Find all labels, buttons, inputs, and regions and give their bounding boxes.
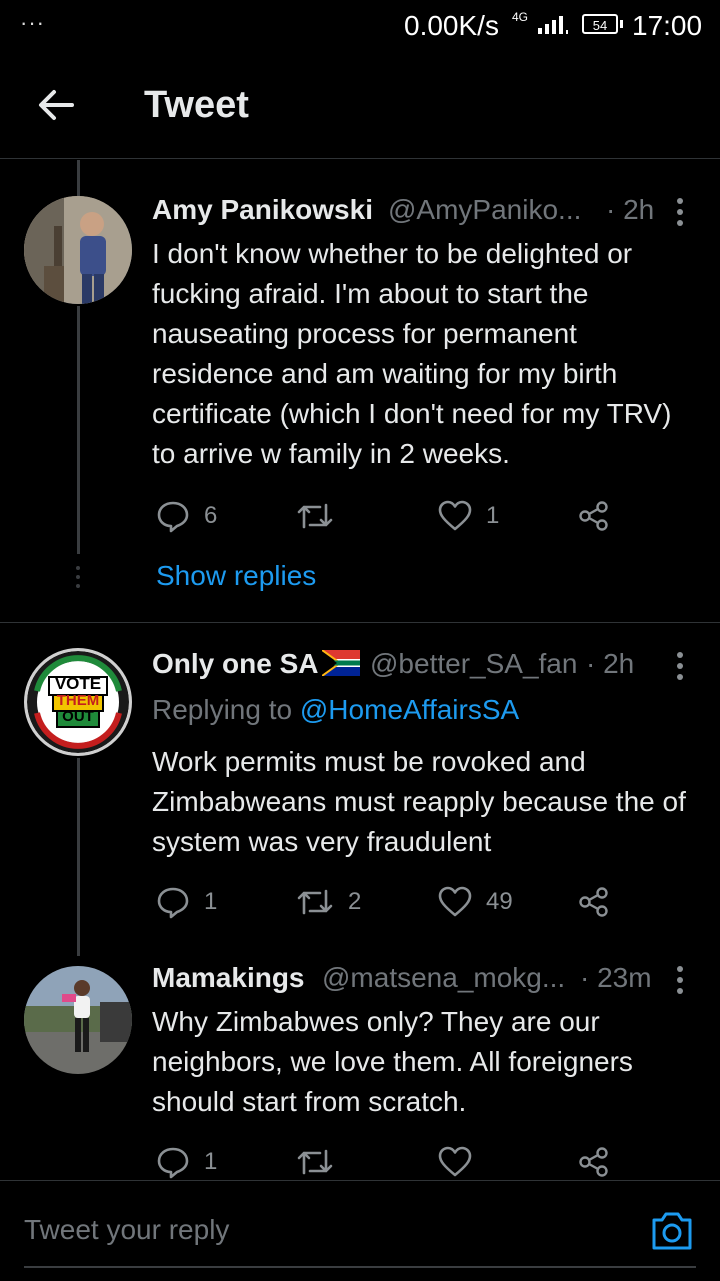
reply-count: 1 [204,888,218,915]
share-action[interactable] [578,1142,610,1182]
author-handle[interactable]: @matsena_mokg... [322,962,565,994]
like-count: 1 [486,502,500,529]
like-action[interactable]: 1 [438,496,499,536]
clock: 17:00 [632,10,703,41]
avatar-photo [24,966,132,1074]
thread-line-top [77,160,80,196]
retweet-action[interactable] [296,1142,334,1182]
tweet-divider [0,622,720,623]
reply-action[interactable]: 6 [156,496,217,536]
heart-icon [438,1146,472,1177]
author-name[interactable]: Mamakings [152,962,305,994]
like-action[interactable] [438,1142,472,1182]
avatar-out-text: OUT [62,708,94,725]
reply-input-underline [24,1266,696,1268]
battery-icon: 54 [582,14,618,34]
more-icon[interactable] [677,198,685,231]
share-action[interactable] [578,496,610,536]
tweet-text: Why Zimbabwes only? They are our neighbo… [152,1006,633,1117]
reply-icon [157,501,189,533]
reply-action[interactable]: 1 [156,882,217,922]
reply-icon [157,1147,189,1179]
avatar[interactable] [24,966,132,1074]
network-speed: 0.00K/s [404,10,499,41]
retweet-icon [297,1149,333,1175]
like-action[interactable]: 49 [438,882,513,922]
share-icon [579,1147,608,1177]
camera-icon[interactable] [648,1208,696,1254]
page-title: Tweet [144,84,249,126]
tweet-time[interactable]: · 23m [580,962,652,994]
tweet-time[interactable]: · 2h [586,648,634,680]
notification-dots: ··· [20,10,45,35]
avatar-them-text: THEM [56,692,100,709]
retweet-count: 2 [348,888,362,915]
avatar[interactable]: VOTE THEM OUT [24,648,132,756]
network-type: 4G [512,10,529,24]
author-name[interactable]: Amy Panikowski [152,194,373,226]
retweet-action[interactable]: 2 [296,882,361,922]
retweet-icon [297,889,333,915]
author-handle[interactable]: @AmyPaniko... [388,194,581,226]
heart-icon [438,886,472,917]
reply-count: 6 [204,502,218,529]
thread-line [77,306,80,554]
more-icon[interactable] [677,966,685,999]
header-divider [0,158,720,159]
share-action[interactable] [578,882,610,922]
author-handle[interactable]: @better_SA_fan [370,648,577,680]
reply-count: 1 [204,1148,218,1175]
status-bar: ··· 0.00K/s 4G 54 17:00 [0,0,720,52]
retweet-action[interactable] [296,496,348,536]
signal-icon [538,16,568,34]
tweet-text: Work permits must be rovoked and Zimbabw… [152,746,686,857]
avatar[interactable] [24,196,132,304]
reply-action[interactable]: 1 [156,1142,217,1182]
share-icon [579,887,608,917]
tweet-time[interactable]: · 2h [606,194,654,226]
mention-link[interactable]: @HomeAffairsSA [300,694,519,725]
share-icon [579,501,608,531]
tweet-text: I don't know whether to be delighted or … [152,238,672,469]
replying-prefix: Replying to [152,694,293,725]
like-count: 49 [486,888,513,915]
more-icon[interactable] [677,652,685,685]
replying-to: Replying to @HomeAffairsSA [152,694,519,726]
avatar-vote-text: VOTE [54,674,102,693]
heart-icon [438,500,472,531]
reply-input[interactable]: Tweet your reply [24,1214,229,1246]
south-africa-flag-icon [322,650,360,676]
retweet-icon [297,503,333,529]
author-name[interactable]: Only one SA [152,648,318,680]
battery-tip [620,20,623,28]
thread-ellipsis [76,566,80,593]
thread-line [77,758,80,956]
reply-icon [157,887,189,919]
arrow-left-icon[interactable] [34,82,80,128]
avatar-photo [24,196,132,304]
show-replies-link[interactable]: Show replies [156,560,316,592]
